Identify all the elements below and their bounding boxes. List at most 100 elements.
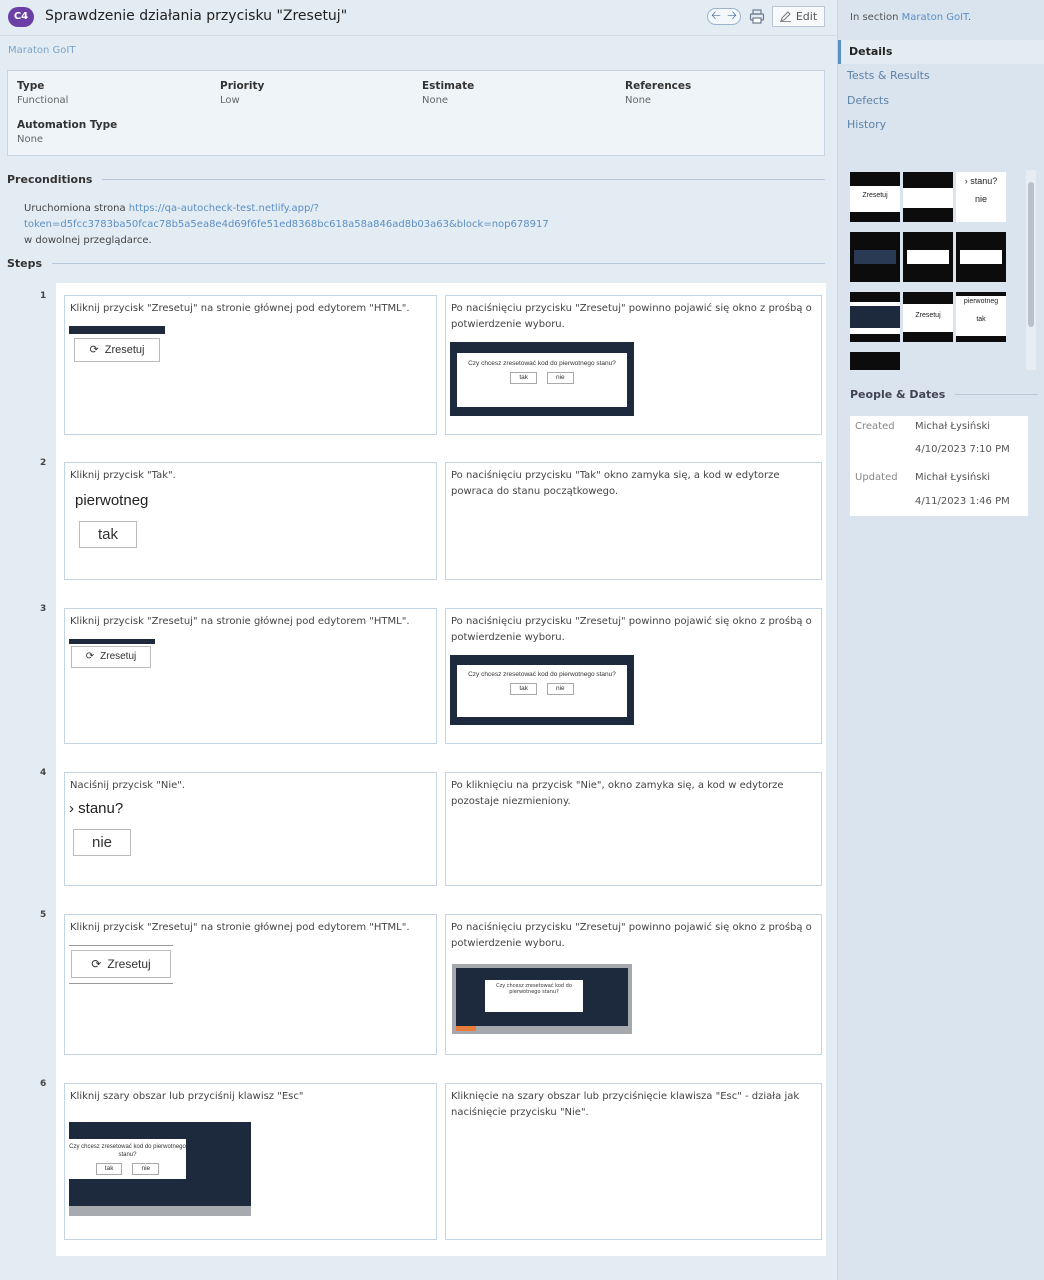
thumbnails-scrollbar[interactable] xyxy=(1026,170,1036,370)
attachment-thumbnail[interactable]: Zresetuj xyxy=(903,292,953,342)
right-sidebar: In section Maraton GoIT. Details Tests &… xyxy=(837,0,1044,1280)
screenshot-zresetuj: ⟳ Zresetuj xyxy=(71,646,151,668)
tab-history[interactable]: History xyxy=(838,113,1044,137)
field-automation-type: Automation Type None xyxy=(17,119,117,145)
printer-icon xyxy=(749,9,765,24)
field-value: None xyxy=(422,95,449,106)
scrollbar-thumb[interactable] xyxy=(1028,182,1034,327)
step-action-text: Kliknij przycisk "Zresetuj" na stronie g… xyxy=(70,616,410,627)
step-expected: Po naciśnięciu przycisku "Zresetuj" powi… xyxy=(445,914,822,1055)
screenshot-label: Zresetuj xyxy=(107,957,151,971)
dialog-question: Czy chcesz zresetować kod do pierwotnego… xyxy=(468,671,616,678)
attachment-thumbnail[interactable]: › stanu? nie xyxy=(956,172,1006,222)
screenshot-nie: nie xyxy=(73,829,131,856)
step-number: 3 xyxy=(40,604,47,614)
arrow-right-icon[interactable]: 🡢 xyxy=(727,6,737,27)
attachment-thumbnail[interactable] xyxy=(903,232,953,282)
edit-button[interactable]: Edit xyxy=(772,6,825,27)
attachment-thumbnail[interactable]: Zresetuj xyxy=(850,172,900,222)
step-expected: Po naciśnięciu przycisku "Zresetuj" powi… xyxy=(445,608,822,744)
attachment-thumbnail[interactable]: pierwotneg tak xyxy=(956,292,1006,342)
screenshot-label: Zresetuj xyxy=(100,651,137,662)
dialog-question: Czy chcesz zresetować kod do pierwotnego… xyxy=(496,983,572,995)
step-expected-text: Po naciśnięciu przycisku "Zresetuj" powi… xyxy=(451,303,812,330)
attachment-thumbnail[interactable] xyxy=(903,172,953,222)
in-section-suffix: . xyxy=(967,12,972,23)
attachment-thumbnail[interactable] xyxy=(850,352,900,370)
attachment-thumbnail[interactable] xyxy=(850,232,900,282)
step-expected-text: Kliknięcie na szary obszar lub przyciśni… xyxy=(451,1091,800,1118)
refresh-icon: ⟳ xyxy=(85,651,95,662)
steps-heading: Steps xyxy=(7,257,825,270)
thumb-label: Zresetuj xyxy=(862,192,888,199)
refresh-icon: ⟳ xyxy=(89,344,99,356)
in-section-link[interactable]: Maraton GoIT xyxy=(902,12,968,23)
screenshot-tak: tak xyxy=(79,521,137,548)
people-dates-panel: Created Michał Łysiński 4/10/2023 7:10 P… xyxy=(850,416,1028,516)
tab-defects[interactable]: Defects xyxy=(838,89,1044,113)
field-value: None xyxy=(17,134,44,145)
screenshot-dialog: Czy chcesz zresetować kod do pierwotnego… xyxy=(450,655,634,725)
step-expected: Po kliknięciu na przycisk "Nie", okno za… xyxy=(445,772,822,886)
step-action-text: Kliknij przycisk "Zresetuj" na stronie g… xyxy=(70,303,410,314)
step-number: 4 xyxy=(40,768,47,778)
field-estimate: Estimate None xyxy=(422,80,474,106)
arrow-left-icon[interactable]: 🡠 xyxy=(711,6,721,27)
dialog-box: Czy chcesz zresetować kod do pierwotnego… xyxy=(69,1139,186,1179)
dialog-question: Czy chcesz zresetować kod do pierwotnego… xyxy=(468,360,616,367)
dialog-nie: nie xyxy=(132,1163,160,1175)
dialog-tak: tak xyxy=(95,1163,123,1175)
preconditions-heading: Preconditions xyxy=(7,173,825,186)
steps-title: Steps xyxy=(7,257,43,270)
field-value: Low xyxy=(220,95,240,106)
step-expected-text: Po naciśnięciu przycisku "Tak" okno zamy… xyxy=(451,470,780,497)
created-at: 4/10/2023 7:10 PM xyxy=(915,444,1010,455)
print-button[interactable] xyxy=(749,8,765,25)
screenshot-zresetuj: ⟳ Zresetuj xyxy=(74,338,160,362)
screenshot-rule xyxy=(69,945,173,946)
created-by: Michał Łysiński xyxy=(915,421,991,432)
screenshot-label: tak xyxy=(97,525,118,543)
precondition-lead: Uruchomiona strona xyxy=(24,203,129,214)
thumb-label: pierwotneg xyxy=(963,298,999,305)
field-label: Automation Type xyxy=(17,119,118,131)
step-number: 6 xyxy=(40,1079,47,1089)
screenshot-dialog-overlay: Czy chcesz zresetować kod do pierwotnego… xyxy=(452,964,632,1034)
field-references: References None xyxy=(625,80,691,106)
dialog-tak: tak xyxy=(510,372,537,384)
step-number: 5 xyxy=(40,910,47,920)
attachment-thumbnail[interactable] xyxy=(956,232,1006,282)
screenshot-label: nie xyxy=(91,833,113,851)
case-header: C4 Sprawdzenie działania przycisku "Zres… xyxy=(0,0,836,36)
precondition-tail: w dowolnej przeglądarce. xyxy=(24,235,152,246)
step-action: Kliknij przycisk "Zresetuj" na stronie g… xyxy=(64,914,437,1055)
thumb-label: nie xyxy=(974,194,987,204)
updated-by: Michał Łysiński xyxy=(915,472,991,483)
field-value: None xyxy=(625,95,652,106)
step-action-text: Kliknij przycisk "Zresetuj" na stronie g… xyxy=(70,922,410,933)
page-title: Sprawdzenie działania przycisku "Zresetu… xyxy=(45,8,348,24)
step-expected-text: Po naciśnięciu przycisku "Zresetuj" powi… xyxy=(451,922,812,949)
step-action: Kliknij szary obszar lub przyciśnij klaw… xyxy=(64,1083,437,1240)
step-action-text: Kliknij przycisk "Tak". xyxy=(70,470,176,481)
prev-next-nav[interactable]: 🡠 🡢 xyxy=(707,8,741,25)
section-link[interactable]: Maraton GoIT xyxy=(8,45,75,56)
screenshot-footer xyxy=(69,1206,251,1216)
case-id-badge: C4 xyxy=(8,7,34,27)
people-dates-heading: People & Dates xyxy=(850,388,1038,401)
screenshot-bar xyxy=(69,326,165,334)
field-type: Type Functional xyxy=(17,80,68,106)
dialog-nie: nie xyxy=(546,683,574,695)
created-label: Created xyxy=(855,421,895,432)
dialog-box: Czy chcesz zresetować kod do pierwotnego… xyxy=(457,665,627,717)
step-action: Kliknij przycisk "Tak". pierwotneg tak xyxy=(64,462,437,580)
divider xyxy=(955,394,1038,395)
step-action: Kliknij przycisk "Zresetuj" na stronie g… xyxy=(64,608,437,744)
attachment-thumbnail[interactable] xyxy=(850,292,900,342)
screenshot-editor: Czy chcesz zresetować kod do pierwotnego… xyxy=(69,1122,251,1216)
tab-details[interactable]: Details xyxy=(838,40,1044,64)
updated-label: Updated xyxy=(855,472,898,483)
step-expected-text: Po kliknięciu na przycisk "Nie", okno za… xyxy=(451,780,784,807)
tab-tests-results[interactable]: Tests & Results xyxy=(838,64,1044,88)
step-number: 1 xyxy=(40,291,47,301)
